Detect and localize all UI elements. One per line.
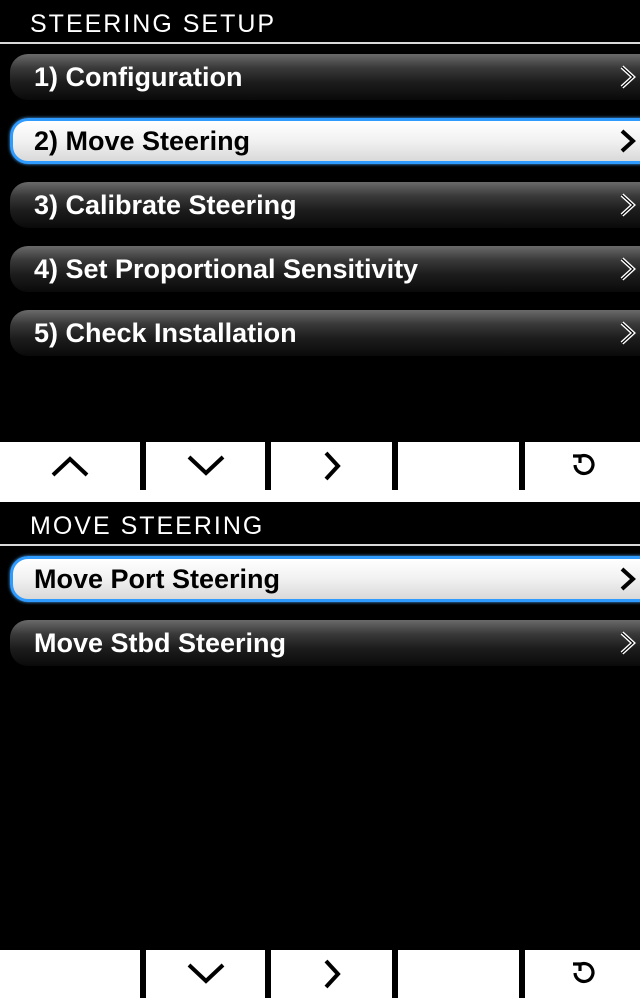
menu-item-label: Move Stbd Steering [34,628,287,658]
right-arrow-icon [324,959,341,989]
softkey-up[interactable] [0,442,140,490]
menu-item-label: 5) Check Installation [34,318,297,348]
softkey-back[interactable] [525,950,640,998]
softkey-enter[interactable] [271,442,392,490]
chevron-right-icon [620,631,636,655]
chevron-right-icon [620,321,636,345]
chevron-right-icon [620,129,636,153]
steering-setup-screen: STEERING SETUP 1) Configuration 2) Move … [0,0,640,490]
menu-item-calibrate-steering[interactable]: 3) Calibrate Steering [10,182,640,228]
menu-item-label: 3) Calibrate Steering [34,190,297,220]
back-icon [572,961,595,984]
page-title: STEERING SETUP [30,10,277,38]
menu-item-label: 1) Configuration [34,62,243,92]
menu-item-label: Move Port Steering [34,564,281,594]
right-arrow-icon [324,451,341,481]
softkey-bar [0,950,640,998]
menu-item-check-installation[interactable]: 5) Check Installation [10,310,640,356]
softkey-blank[interactable] [398,442,519,490]
softkey-back[interactable] [525,442,640,490]
chevron-right-icon [620,257,636,281]
title-bar: MOVE STEERING [0,502,640,546]
menu-item-proportional-sensitivity[interactable]: 4) Set Proportional Sensitivity [10,246,640,292]
title-bar: STEERING SETUP [0,0,640,44]
menu-item-label: 2) Move Steering [34,126,251,156]
down-arrow-icon [187,963,224,984]
chevron-right-icon [620,567,636,591]
chevron-right-icon [620,193,636,217]
move-steering-screen: MOVE STEERING Move Port Steering Move St… [0,502,640,998]
page-title: MOVE STEERING [30,512,265,540]
softkey-blank[interactable] [398,950,519,998]
softkey-blank[interactable] [0,950,140,998]
back-icon [572,453,595,476]
menu-item-configuration[interactable]: 1) Configuration [10,54,640,100]
softkey-bar [0,442,640,490]
softkey-down[interactable] [146,950,265,998]
menu-item-move-stbd-steering[interactable]: Move Stbd Steering [10,620,640,666]
chevron-right-icon [620,65,636,89]
softkey-enter[interactable] [271,950,392,998]
menu-item-label: 4) Set Proportional Sensitivity [34,254,419,284]
menu-item-move-steering[interactable]: 2) Move Steering [10,118,640,164]
menu-item-move-port-steering[interactable]: Move Port Steering [10,556,640,602]
softkey-down[interactable] [146,442,265,490]
up-arrow-icon [51,456,89,477]
down-arrow-icon [187,455,224,476]
